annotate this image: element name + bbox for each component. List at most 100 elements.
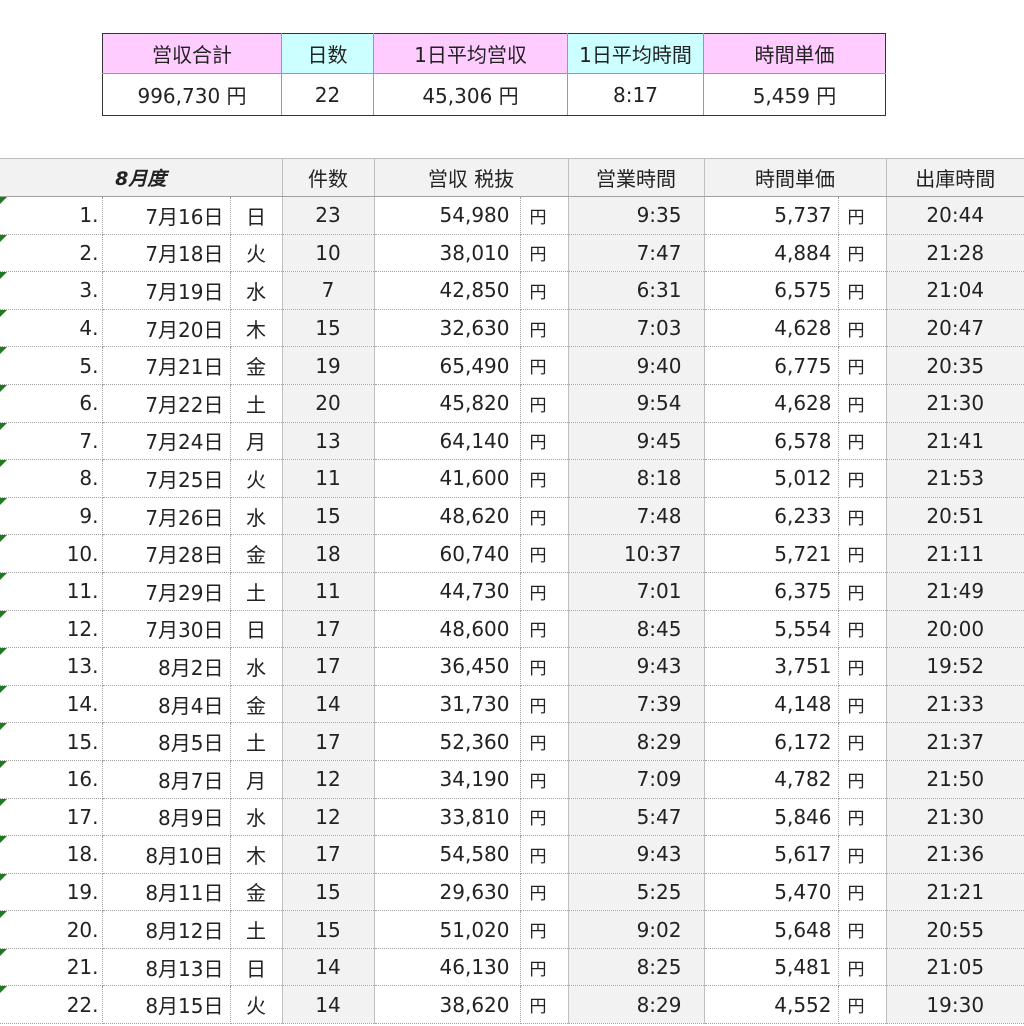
cell-weekday[interactable]: 水 [230, 798, 283, 837]
cell-revenue[interactable]: 33,810 [374, 798, 521, 837]
cell-revenue-yen[interactable]: 円 [520, 196, 569, 235]
cell-weekday[interactable]: 水 [230, 497, 283, 536]
cell-number[interactable]: 22. [0, 985, 103, 1025]
cell-rate-yen[interactable]: 円 [838, 685, 887, 724]
cell-number[interactable]: 2. [0, 234, 103, 273]
cell-hours[interactable]: 9:02 [568, 910, 705, 949]
cell-date[interactable]: 7月18日 [102, 234, 231, 273]
cell-date[interactable]: 8月9日 [102, 798, 231, 837]
cell-departure[interactable]: 20:44 [886, 196, 1024, 235]
summary-header-days[interactable]: 日数 [281, 33, 374, 74]
cell-departure[interactable]: 20:35 [886, 346, 1024, 385]
cell-hours[interactable]: 8:25 [568, 948, 705, 987]
cell-date[interactable]: 8月13日 [102, 948, 231, 987]
cell-revenue[interactable]: 48,620 [374, 497, 521, 536]
cell-hours[interactable]: 8:29 [568, 722, 705, 761]
cell-rate-yen[interactable]: 円 [838, 271, 887, 310]
cell-rate-yen[interactable]: 円 [838, 459, 887, 498]
cell-rate-yen[interactable]: 円 [838, 798, 887, 837]
cell-departure[interactable]: 20:47 [886, 309, 1024, 348]
cell-revenue-yen[interactable]: 円 [520, 346, 569, 385]
summary-header-total-revenue[interactable]: 営収合計 [102, 33, 282, 74]
cell-hours[interactable]: 9:43 [568, 835, 705, 874]
cell-revenue-yen[interactable]: 円 [520, 271, 569, 310]
cell-rate-yen[interactable]: 円 [838, 422, 887, 461]
cell-revenue-yen[interactable]: 円 [520, 610, 569, 649]
cell-revenue-yen[interactable]: 円 [520, 534, 569, 573]
cell-number[interactable]: 17. [0, 798, 103, 837]
cell-rate[interactable]: 5,554 [704, 610, 839, 649]
summary-header-hourly-rate[interactable]: 時間単価 [703, 33, 886, 74]
cell-revenue[interactable]: 41,600 [374, 459, 521, 498]
cell-revenue[interactable]: 64,140 [374, 422, 521, 461]
cell-revenue[interactable]: 36,450 [374, 647, 521, 686]
cell-revenue[interactable]: 51,020 [374, 910, 521, 949]
cell-count[interactable]: 20 [282, 384, 375, 423]
cell-date[interactable]: 7月24日 [102, 422, 231, 461]
cell-departure[interactable]: 21:36 [886, 835, 1024, 874]
cell-rate-yen[interactable]: 円 [838, 234, 887, 273]
cell-weekday[interactable]: 土 [230, 722, 283, 761]
cell-rate-yen[interactable]: 円 [838, 572, 887, 611]
cell-departure[interactable]: 21:41 [886, 422, 1024, 461]
cell-revenue-yen[interactable]: 円 [520, 647, 569, 686]
cell-revenue-yen[interactable]: 円 [520, 384, 569, 423]
cell-rate[interactable]: 5,012 [704, 459, 839, 498]
cell-date[interactable]: 8月4日 [102, 685, 231, 724]
cell-revenue-yen[interactable]: 円 [520, 722, 569, 761]
cell-rate[interactable]: 3,751 [704, 647, 839, 686]
cell-date[interactable]: 7月25日 [102, 459, 231, 498]
cell-count[interactable]: 15 [282, 873, 375, 912]
summary-value-daily-avg-revenue[interactable]: 45,306 円 [373, 73, 568, 116]
cell-departure[interactable]: 21:50 [886, 760, 1024, 799]
cell-departure[interactable]: 21:28 [886, 234, 1024, 273]
cell-number[interactable]: 5. [0, 346, 103, 385]
cell-count[interactable]: 11 [282, 459, 375, 498]
cell-hours[interactable]: 7:01 [568, 572, 705, 611]
cell-revenue[interactable]: 60,740 [374, 534, 521, 573]
cell-number[interactable]: 13. [0, 647, 103, 686]
cell-date[interactable]: 7月30日 [102, 610, 231, 649]
cell-weekday[interactable]: 水 [230, 647, 283, 686]
cell-rate[interactable]: 4,628 [704, 384, 839, 423]
cell-number[interactable]: 14. [0, 685, 103, 724]
cell-weekday[interactable]: 火 [230, 459, 283, 498]
cell-hours[interactable]: 9:35 [568, 196, 705, 235]
cell-rate[interactable]: 6,172 [704, 722, 839, 761]
cell-revenue[interactable]: 65,490 [374, 346, 521, 385]
cell-rate-yen[interactable]: 円 [838, 196, 887, 235]
header-rate[interactable]: 時間単価 [704, 158, 887, 197]
cell-weekday[interactable]: 日 [230, 948, 283, 987]
cell-weekday[interactable]: 金 [230, 685, 283, 724]
cell-number[interactable]: 4. [0, 309, 103, 348]
cell-departure[interactable]: 20:00 [886, 610, 1024, 649]
cell-rate-yen[interactable]: 円 [838, 948, 887, 987]
summary-value-total-revenue[interactable]: 996,730 円 [102, 73, 282, 116]
cell-date[interactable]: 8月7日 [102, 760, 231, 799]
cell-weekday[interactable]: 月 [230, 760, 283, 799]
cell-rate-yen[interactable]: 円 [838, 610, 887, 649]
cell-date[interactable]: 8月11日 [102, 873, 231, 912]
cell-hours[interactable]: 9:45 [568, 422, 705, 461]
cell-rate-yen[interactable]: 円 [838, 647, 887, 686]
cell-revenue[interactable]: 44,730 [374, 572, 521, 611]
cell-rate[interactable]: 4,628 [704, 309, 839, 348]
cell-revenue-yen[interactable]: 円 [520, 422, 569, 461]
cell-hours[interactable]: 8:18 [568, 459, 705, 498]
cell-revenue[interactable]: 42,850 [374, 271, 521, 310]
cell-number[interactable]: 18. [0, 835, 103, 874]
cell-count[interactable]: 17 [282, 722, 375, 761]
summary-value-days[interactable]: 22 [281, 73, 374, 116]
cell-date[interactable]: 7月16日 [102, 196, 231, 235]
cell-hours[interactable]: 7:09 [568, 760, 705, 799]
header-departure[interactable]: 出庫時間 [886, 158, 1024, 197]
cell-number[interactable]: 21. [0, 948, 103, 987]
cell-rate-yen[interactable]: 円 [838, 497, 887, 536]
header-hours[interactable]: 営業時間 [568, 158, 705, 197]
cell-revenue-yen[interactable]: 円 [520, 760, 569, 799]
cell-rate-yen[interactable]: 円 [838, 985, 887, 1025]
cell-count[interactable]: 17 [282, 610, 375, 649]
cell-count[interactable]: 12 [282, 798, 375, 837]
cell-count[interactable]: 23 [282, 196, 375, 235]
cell-departure[interactable]: 20:51 [886, 497, 1024, 536]
